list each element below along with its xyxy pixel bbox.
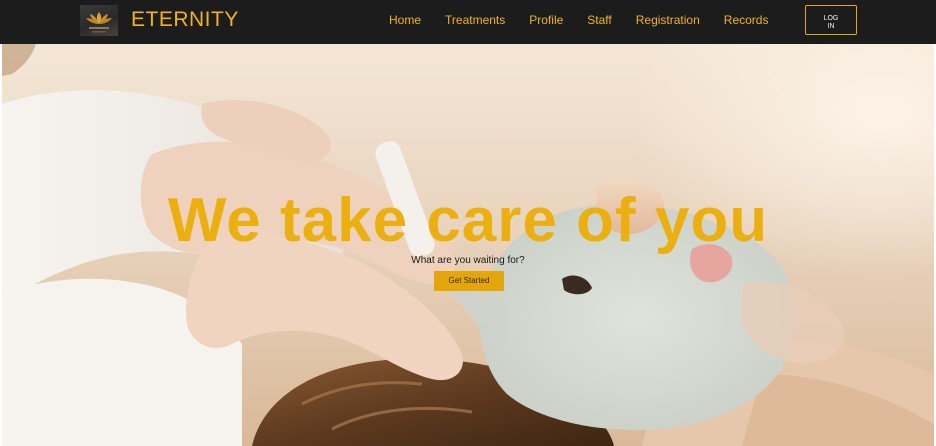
login-button[interactable]: LOG IN (805, 5, 857, 35)
hero-subtitle: What are you waiting for? (411, 255, 525, 266)
nav-link-home[interactable]: Home (389, 13, 421, 28)
nav-link-treatments[interactable]: Treatments (445, 13, 505, 28)
nav-link-profile[interactable]: Profile (529, 13, 563, 28)
nav-link-registration[interactable]: Registration (636, 13, 700, 28)
nav-link-records[interactable]: Records (724, 13, 769, 28)
page: ETERNITY Home Treatments Profile Staff R… (0, 0, 936, 446)
hero-headline: We take care of you (167, 186, 769, 255)
hero-section: We take care of you What are you waiting… (2, 44, 934, 446)
nav-link-staff[interactable]: Staff (587, 13, 611, 28)
lotus-logo-icon[interactable] (80, 5, 118, 36)
main-nav: Home Treatments Profile Staff Registrati… (389, 13, 768, 28)
hero-content: We take care of you What are you waiting… (2, 44, 934, 446)
get-started-button[interactable]: Get Started (434, 271, 504, 291)
brand-name[interactable]: ETERNITY (131, 8, 239, 32)
login-button-label: LOG IN (823, 14, 839, 30)
navbar: ETERNITY Home Treatments Profile Staff R… (0, 0, 936, 44)
